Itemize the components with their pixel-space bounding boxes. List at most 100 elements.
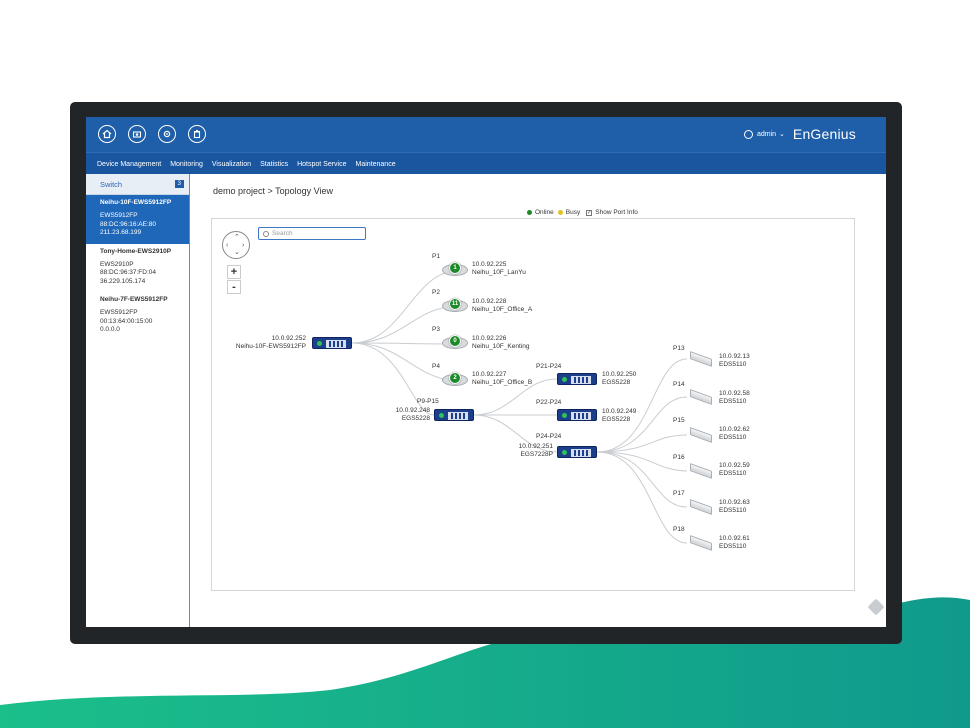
camera-body — [690, 350, 712, 368]
camera-label: 10.0.92.63 EDS5110 — [719, 499, 750, 515]
ap-port-label: P4 — [432, 363, 440, 370]
camera-label: 10.0.92.58 EDS5110 — [719, 390, 750, 406]
switch-label: 10.0.92.248 EGS5228 — [372, 407, 430, 423]
camera-icon[interactable] — [128, 125, 146, 143]
device-name: Tony-Home-EWS2910P — [100, 247, 172, 255]
device-ip: 36.229.105.174 — [100, 277, 146, 285]
sidebar-header[interactable]: Switch 3 — [86, 174, 189, 195]
nav-maintenance[interactable]: Maintenance — [356, 161, 396, 168]
camera-node[interactable] — [690, 426, 714, 444]
show-port-info-checkbox[interactable]: ✓ — [586, 209, 593, 216]
nav-device-management[interactable]: Device Management — [97, 161, 161, 168]
camera-ip: 10.0.92.62 — [719, 426, 750, 433]
root-switch-ip: 10.0.92.252 — [271, 335, 306, 342]
search-box[interactable] — [258, 227, 366, 240]
camera-port-label: P13 — [673, 345, 685, 352]
search-input[interactable] — [272, 230, 362, 237]
camera-port-label: P15 — [673, 417, 685, 424]
switch-node[interactable] — [557, 373, 597, 385]
link-ap-4 — [351, 342, 456, 382]
feedback-icon[interactable] — [867, 598, 885, 616]
user-menu[interactable]: admin ⌄ EnGenius — [743, 126, 856, 142]
busy-dot-icon — [557, 210, 563, 215]
device-mac: 88:DC:96:37:FD:04 — [100, 269, 157, 276]
switch-ip: 10.0.92.248 — [395, 407, 430, 414]
camera-port-label: P17 — [673, 490, 685, 497]
pan-down-icon[interactable]: ⌄ — [234, 249, 240, 256]
camera-node[interactable] — [690, 498, 714, 516]
camera-model: EDS5110 — [719, 398, 747, 405]
nav-visualization[interactable]: Visualization — [212, 161, 251, 168]
camera-node[interactable] — [690, 388, 714, 406]
topology-legend: Online Busy ✓ Show Port Info — [527, 209, 638, 216]
brand-logo: EnGenius — [792, 126, 856, 142]
ap-client-count: 1 — [449, 262, 461, 274]
ap-port-label: P3 — [432, 326, 440, 333]
ap-node[interactable]: 2 — [442, 371, 468, 387]
settings-icon[interactable] — [158, 125, 176, 143]
sidebar-device-item[interactable]: Tony-Home-EWS2910P EWS2910P 88:DC:96:37:… — [86, 244, 189, 293]
search-icon — [263, 230, 269, 237]
ap-node[interactable]: 1 — [442, 261, 468, 277]
camera-model: EDS5110 — [719, 434, 747, 441]
root-switch-node[interactable] — [312, 337, 352, 349]
camera-port-label: P16 — [673, 454, 685, 461]
switch-label: 10.0.92.250 EGS5228 — [602, 371, 636, 387]
ap-name: Neihu_10F_Kenting — [472, 343, 530, 350]
device-mac: 88:DC:96:16:AE:80 — [100, 220, 157, 228]
main-content: demo project > Topology View Online Busy… — [190, 174, 886, 627]
app-screen: admin ⌄ EnGenius Device Management Monit… — [86, 117, 886, 627]
nav-hotspot-service[interactable]: Hotspot Service — [297, 161, 346, 168]
switch-node[interactable] — [557, 409, 597, 421]
sidebar-device-item[interactable]: Neihu-10F-EWS5912FP EWS5912FP 88:DC:96:1… — [86, 195, 189, 244]
ap-label: 10.0.92.226 Neihu_10F_Kenting — [472, 335, 529, 351]
nav-monitoring[interactable]: Monitoring — [170, 161, 203, 168]
camera-body — [690, 462, 712, 480]
pan-right-icon[interactable]: › — [242, 242, 244, 249]
pan-control[interactable]: ⌃ ‹ › ⌄ — [222, 231, 250, 259]
camera-node[interactable] — [690, 534, 714, 552]
switch-node[interactable] — [557, 446, 597, 458]
camera-model: EDS5110 — [719, 507, 747, 514]
stage: admin ⌄ EnGenius Device Management Monit… — [0, 0, 970, 728]
pan-left-icon[interactable]: ‹ — [226, 242, 228, 249]
ap-name: Neihu_10F_LanYu — [472, 269, 526, 276]
root-switch-name: Neihu-10F-EWS5912FP — [235, 343, 306, 350]
home-icon[interactable] — [98, 125, 116, 143]
camera-node[interactable] — [690, 350, 714, 368]
nav-statistics[interactable]: Statistics — [260, 161, 288, 168]
ap-node[interactable]: 11 — [442, 297, 468, 313]
switch-ip: 10.0.92.251 — [518, 443, 553, 450]
show-port-info-label: Show Port Info — [595, 209, 638, 216]
camera-model: EDS5110 — [719, 543, 747, 550]
camera-ip: 10.0.92.61 — [719, 535, 750, 542]
switch-port-label: P9-P15 — [417, 398, 439, 405]
device-name: Neihu-7F-EWS5912FP — [100, 296, 168, 303]
monitor-frame: admin ⌄ EnGenius Device Management Monit… — [70, 102, 902, 644]
ap-client-count: 11 — [449, 298, 461, 310]
camera-node[interactable] — [690, 462, 714, 480]
device-sidebar: Switch 3 Neihu-10F-EWS5912FP EWS5912FP 8… — [86, 174, 190, 627]
sidebar-device-item[interactable]: Neihu-7F-EWS5912FP EWS5912FP 00:13:64:00… — [86, 292, 189, 341]
ap-port-label: P1 — [432, 253, 440, 260]
ap-client-count: 0 — [449, 335, 461, 347]
pan-up-icon[interactable]: ⌃ — [234, 234, 240, 241]
switch-model: EGS7228P — [520, 451, 553, 458]
ap-ip: 10.0.92.225 — [472, 261, 507, 268]
switch-model: EGS5228 — [602, 416, 631, 423]
zoom-out-button[interactable]: - — [227, 280, 241, 294]
camera-ip: 10.0.92.13 — [719, 353, 750, 360]
switch-label: 10.0.92.249 EGS5228 — [602, 408, 636, 424]
switch-port-label: P22-P24 — [536, 399, 562, 406]
topology-canvas[interactable]: ⌃ ‹ › ⌄ + - 10.0.92.252 Neihu-10F-EWS — [211, 218, 855, 591]
mid-switch-node[interactable] — [434, 409, 474, 421]
ap-name: Neihu_10F_Office_A — [472, 306, 533, 313]
trash-icon[interactable] — [188, 125, 206, 143]
camera-label: 10.0.92.13 EDS5110 — [719, 353, 750, 369]
camera-label: 10.0.92.59 EDS5110 — [719, 462, 750, 478]
ap-node[interactable]: 0 — [442, 334, 468, 350]
zoom-in-button[interactable]: + — [227, 265, 241, 279]
switch-model: EGS5228 — [401, 415, 430, 422]
device-mac: 00:13:64:00:15:00 — [100, 317, 153, 325]
camera-ip: 10.0.92.59 — [719, 462, 750, 469]
